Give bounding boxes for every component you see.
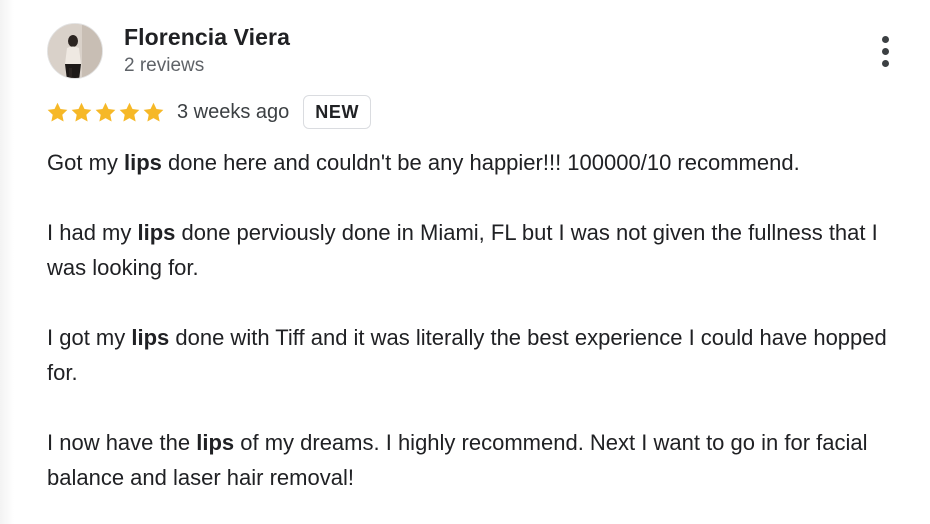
review-text: Got my lips done here and couldn't be an… (47, 145, 917, 524)
new-badge: NEW (303, 95, 372, 129)
review-text-segment: done with Tiff and it was literally the … (47, 325, 887, 385)
highlighted-keyword: lips (137, 220, 176, 245)
more-vert-icon-dot (881, 59, 889, 67)
star-icon (143, 102, 164, 122)
review-text-segment: done here and couldn't be any happier!!!… (161, 150, 800, 175)
review-text-segment: I got my (47, 325, 132, 350)
star-icon (95, 102, 116, 122)
review-text-segment: Got my (47, 150, 125, 175)
avatar-photo (48, 24, 102, 78)
review-paragraph: I now have the lips of my dreams. I high… (47, 425, 917, 495)
review-text-segment: I now have the (47, 430, 197, 455)
review-time: 3 weeks ago (177, 100, 290, 123)
review-card: Florencia Viera 2 reviews 3 weeks ago NE… (0, 0, 930, 524)
review-paragraph: Got my lips done here and couldn't be an… (47, 145, 917, 180)
review-paragraph: I got my lips done with Tiff and it was … (47, 320, 917, 390)
star-icon (71, 102, 92, 122)
star-rating (46, 101, 165, 124)
highlighted-keyword: lips (124, 150, 162, 175)
more-options-button[interactable] (868, 30, 902, 72)
review-text-segment: I had my (47, 220, 138, 245)
reviewer-name[interactable]: Florencia Viera (124, 24, 290, 51)
more-vert-icon-dot (881, 47, 889, 55)
review-count[interactable]: 2 reviews (124, 55, 204, 77)
star-icon (119, 102, 140, 122)
star-icon (47, 102, 68, 122)
panel-edge (0, 0, 14, 524)
highlighted-keyword: lips (196, 430, 235, 455)
review-paragraph: I had my lips done perviously done in Mi… (47, 215, 917, 285)
rating-row: 3 weeks ago NEW (46, 94, 372, 130)
highlighted-keyword: lips (131, 325, 170, 350)
avatar[interactable] (47, 23, 103, 79)
more-vert-icon (881, 35, 889, 43)
